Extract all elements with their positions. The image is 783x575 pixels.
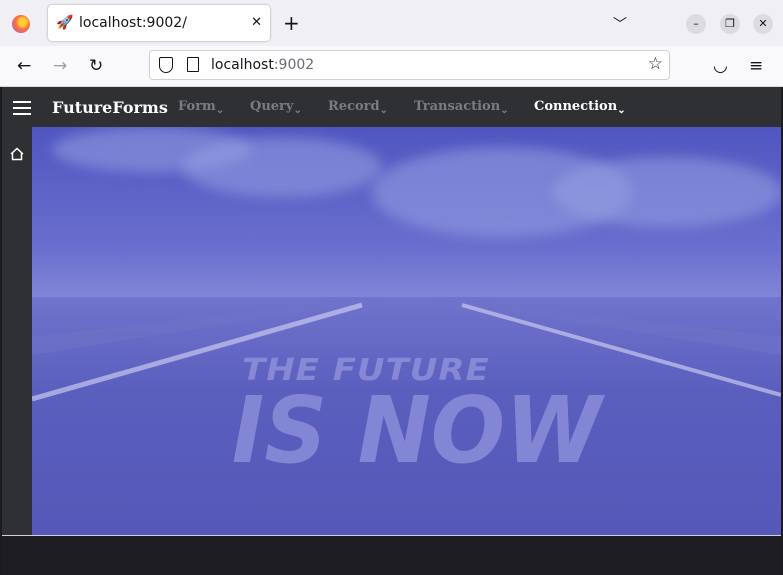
pocket-icon[interactable]: ◡: [713, 56, 728, 76]
menu-label: Form: [178, 99, 216, 114]
app-sidebar: [2, 127, 32, 535]
minimize-window-icon[interactable]: –: [686, 14, 706, 34]
close-tab-icon[interactable]: ✕: [251, 14, 262, 32]
menu-connection[interactable]: Connection⌄: [534, 99, 626, 116]
app-header: FutureForms Form⌄ Query⌄ Record⌄ Transac…: [2, 87, 781, 127]
hamburger-menu-icon[interactable]: [13, 101, 31, 115]
firefox-logo-icon[interactable]: [12, 15, 30, 33]
rocket-icon: 🚀: [56, 15, 74, 31]
caret-down-icon: ⌄: [500, 105, 509, 116]
tab-title: localhost:9002/: [79, 15, 187, 31]
forward-icon[interactable]: →: [53, 56, 67, 76]
menu-query[interactable]: Query⌄: [250, 99, 302, 116]
url-bar[interactable]: localhost:9002 ☆: [149, 50, 670, 80]
list-all-tabs-icon[interactable]: ﹀: [613, 14, 627, 34]
bookmark-star-icon[interactable]: ☆: [648, 54, 663, 74]
url-host: localhost: [211, 57, 274, 73]
caret-down-icon: ⌄: [215, 105, 225, 116]
browser-tab-strip: 🚀 localhost:9002/ ✕ + ﹀ – ❐ ✕: [0, 0, 783, 46]
menu-label: Query: [250, 99, 294, 114]
reload-icon[interactable]: ↻: [89, 56, 103, 76]
brand-title: FutureForms: [52, 98, 168, 117]
shield-icon[interactable]: [159, 57, 173, 73]
menu-transaction[interactable]: Transaction⌄: [414, 99, 509, 116]
page-bottom-area: [2, 535, 781, 575]
caret-down-icon: ⌄: [293, 105, 302, 116]
menu-label: Connection: [534, 99, 618, 114]
home-icon[interactable]: [10, 147, 24, 161]
url-text[interactable]: localhost:9002: [211, 57, 314, 74]
menu-label: Record: [328, 99, 380, 114]
hero-image: THE FUTURE IS NOW: [32, 127, 781, 535]
browser-nav-bar: ← → ↻ localhost:9002 ☆ ◡ ≡: [0, 46, 783, 87]
caret-down-icon: ⌄: [617, 105, 626, 116]
menu-label: Transaction: [414, 99, 501, 114]
restore-window-icon[interactable]: ❐: [720, 14, 740, 34]
close-window-icon[interactable]: ✕: [753, 14, 773, 34]
new-tab-icon[interactable]: +: [283, 12, 300, 34]
menu-record[interactable]: Record⌄: [328, 99, 388, 116]
caret-down-icon: ⌄: [379, 105, 388, 116]
page-info-icon[interactable]: [187, 57, 199, 72]
back-icon[interactable]: ←: [17, 56, 31, 76]
hero-text-line2: IS NOW: [231, 377, 602, 484]
app-menu-icon[interactable]: ≡: [749, 56, 763, 76]
url-port: :9002: [273, 57, 315, 73]
browser-tab[interactable]: 🚀 localhost:9002/ ✕: [48, 5, 270, 41]
menu-form[interactable]: Form⌄: [178, 99, 225, 116]
